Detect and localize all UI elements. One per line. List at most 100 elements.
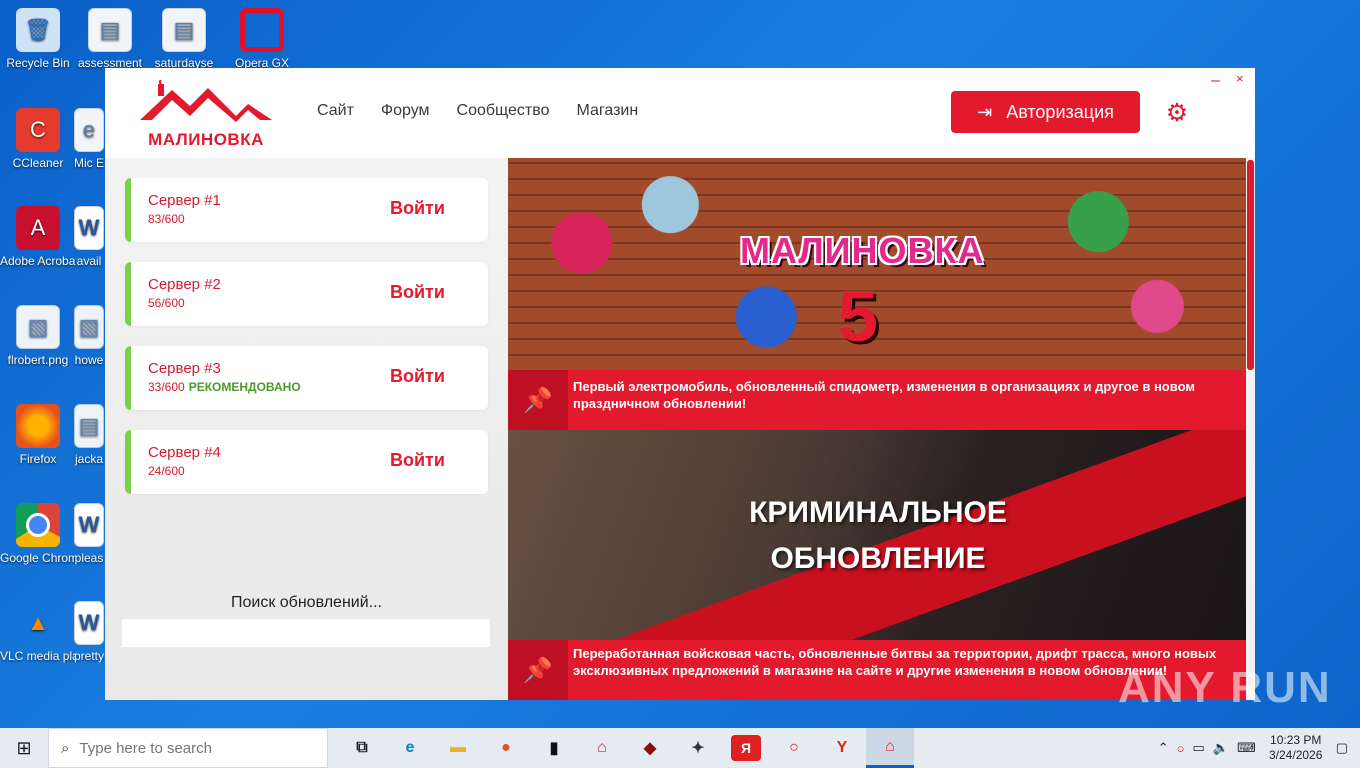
online-count: 83/600	[148, 212, 185, 226]
nav-forum[interactable]: Форум	[381, 102, 430, 120]
taskbar-search[interactable]: ⌕	[48, 728, 328, 768]
nav-community[interactable]: Сообщество	[457, 102, 550, 120]
search-icon: ⌕	[61, 739, 70, 757]
news-caption-text: Первый электромобиль, обновленный спидом…	[573, 379, 1195, 411]
desktop-icon-vlc[interactable]: ▲ VLC media player	[0, 601, 76, 664]
server-card[interactable]: Сервер #4 24/600 Войти	[125, 430, 488, 494]
desktop-icon-pleas[interactable]: W pleas	[72, 503, 106, 565]
house-roof-icon	[140, 77, 272, 122]
file-explorer-icon[interactable]: ▬	[434, 728, 482, 768]
ccleaner-icon: C	[16, 108, 60, 152]
join-server-button[interactable]: Войти	[390, 282, 445, 303]
minimize-button[interactable]: –	[1211, 72, 1220, 90]
main-nav: Сайт Форум Сообщество Магазин	[317, 102, 638, 120]
edge-icon[interactable]: e	[386, 728, 434, 768]
desktop-icon-flrobert[interactable]: ▧ flrobert.png	[0, 305, 76, 367]
word-doc-icon: W	[74, 601, 104, 645]
desktop-icon-firefox[interactable]: Firefox	[0, 404, 76, 466]
desktop-icon-label: pretty	[73, 649, 104, 663]
desktop-icon-adobe-acrobat[interactable]: A Adobe Acrobat	[0, 206, 76, 268]
clock[interactable]: 10:23 PM 3/24/2026	[1264, 733, 1328, 763]
network-icon[interactable]: ▭	[1192, 740, 1204, 756]
server-online: 33/600 РЕКОМЕНДОВАНО	[148, 380, 301, 394]
taskbar: ⊞ ⌕ ⧉ e ▬ ● ▮ ⌂ ◆ ✦ Я ○ Y ⌂ ⌃ ○ ▭ 🔈 ⌨ 10…	[0, 728, 1360, 768]
server-card[interactable]: Сервер #1 83/600 Войти	[125, 178, 488, 242]
chevron-up-icon[interactable]: ⌃	[1158, 740, 1169, 756]
windows-start-icon[interactable]: ⊞	[0, 728, 48, 768]
desktop-icon-google-chrome[interactable]: Google Chrome	[0, 503, 76, 565]
desktop-icon-microsoft-edge[interactable]: e Mic E	[72, 108, 106, 170]
app-il-icon[interactable]: ▮	[530, 728, 578, 768]
gear-icon[interactable]: ⚙	[1164, 100, 1190, 126]
yandex-icon[interactable]: Я	[731, 735, 761, 761]
malinovka-icon[interactable]: ⌂	[578, 728, 626, 768]
game-icon[interactable]: ◆	[626, 728, 674, 768]
authorization-button[interactable]: ⇥ Авторизация	[951, 91, 1140, 133]
desktop-icon-saturdayse[interactable]: ▤ saturdayse	[146, 8, 222, 70]
desktop-icon-label: Google Chrome	[0, 551, 76, 565]
task-view-icon[interactable]: ⧉	[338, 728, 386, 768]
desktop-icon-label: jacka	[74, 452, 103, 466]
desktop-icon-pretty[interactable]: W pretty	[72, 601, 106, 663]
news-banner[interactable]: МАЛИНОВКА 5	[508, 158, 1246, 370]
server-name: Сервер #2	[148, 276, 221, 293]
online-count: 24/600	[148, 464, 185, 478]
join-server-button[interactable]: Войти	[390, 366, 445, 387]
desktop-icon-avail[interactable]: W avail	[72, 206, 106, 268]
banner-title: МАЛИНОВКА	[740, 230, 985, 271]
vlc-cone-icon: ▲	[27, 610, 49, 635]
app-dark-icon[interactable]: ✦	[674, 728, 722, 768]
server-card[interactable]: Сервер #3 33/600 РЕКОМЕНДОВАНО Войти	[125, 346, 488, 410]
firefox-icon[interactable]: ●	[482, 728, 530, 768]
close-button[interactable]: ×	[1236, 71, 1244, 86]
nav-site[interactable]: Сайт	[317, 102, 354, 120]
desktop-icon-assessment[interactable]: ▤ assessment	[72, 8, 148, 70]
update-progress-bar	[122, 619, 490, 647]
banner-title-line: КРИМИНАЛЬНОЕ	[749, 496, 1007, 529]
desktop-icon-jacka[interactable]: ▤ jacka	[72, 404, 106, 466]
desktop-icon-opera-gx[interactable]: Opera GX	[224, 8, 300, 70]
malinovka-launcher-window: МАЛИНОВКА Сайт Форум Сообщество Магазин …	[105, 68, 1255, 700]
server-name: Сервер #1	[148, 192, 221, 209]
server-online: 56/600	[148, 296, 185, 310]
desktop-icon-label: VLC media player	[0, 649, 76, 663]
desktop-icon-label: Firefox	[19, 452, 57, 466]
language-icon[interactable]: ⌨	[1237, 740, 1256, 756]
edge-icon: e	[74, 108, 104, 152]
search-input[interactable]	[79, 739, 250, 757]
file-icon: ▤	[74, 404, 104, 448]
banner-number: 5	[838, 277, 879, 357]
taskbar-apps: ⧉ e ▬ ● ▮ ⌂ ◆ ✦ Я ○ Y ⌂	[338, 728, 914, 768]
desktop-icon-howe[interactable]: ▧ howe	[72, 305, 106, 367]
login-icon: ⇥	[977, 101, 993, 122]
join-server-button[interactable]: Войти	[390, 198, 445, 219]
desktop-icon-recycle-bin[interactable]: 🗑 Recycle Bin	[0, 8, 76, 70]
logo-text: МАЛИНОВКА	[148, 130, 264, 149]
malinovka-logo[interactable]: МАЛИНОВКА	[138, 77, 274, 150]
scrollbar-thumb[interactable]	[1247, 160, 1254, 370]
yandex-browser-icon[interactable]: Y	[818, 728, 866, 768]
server-card[interactable]: Сервер #2 56/600 Войти	[125, 262, 488, 326]
anyrun-watermark: ANY RUN	[1118, 663, 1332, 712]
join-server-button[interactable]: Войти	[390, 450, 445, 471]
banner-title-line: ОБНОВЛЕНИЕ	[770, 542, 986, 575]
opera-tray-icon[interactable]: ○	[1177, 741, 1185, 756]
nav-shop[interactable]: Магазин	[576, 102, 638, 120]
notification-icon[interactable]: ▢	[1336, 740, 1348, 756]
news-feed[interactable]: МАЛИНОВКА 5 📌 Первый электромобиль, обно…	[508, 158, 1246, 700]
volume-icon[interactable]: 🔈	[1213, 740, 1229, 756]
desktop-icon-ccleaner[interactable]: C CCleaner	[0, 108, 76, 170]
opera-gx-icon	[240, 8, 284, 52]
server-name: Сервер #4	[148, 444, 221, 461]
update-status: Поиск обновлений...	[231, 594, 382, 611]
news-scrollbar[interactable]	[1246, 158, 1255, 700]
acrobat-icon: A	[16, 206, 60, 250]
chrome-icon	[16, 503, 60, 547]
news-banner[interactable]: КРИМИНАЛЬНОЕ ОБНОВЛЕНИЕ	[508, 430, 1246, 640]
malinovka-active-icon[interactable]: ⌂	[866, 728, 914, 768]
launcher-header: МАЛИНОВКА Сайт Форум Сообщество Магазин …	[105, 68, 1255, 158]
news-caption[interactable]: 📌 Первый электромобиль, обновленный спид…	[508, 370, 1246, 430]
opera-icon[interactable]: ○	[770, 728, 818, 768]
desktop-icon-label: Mic E	[74, 156, 104, 170]
firefox-icon	[16, 404, 60, 448]
